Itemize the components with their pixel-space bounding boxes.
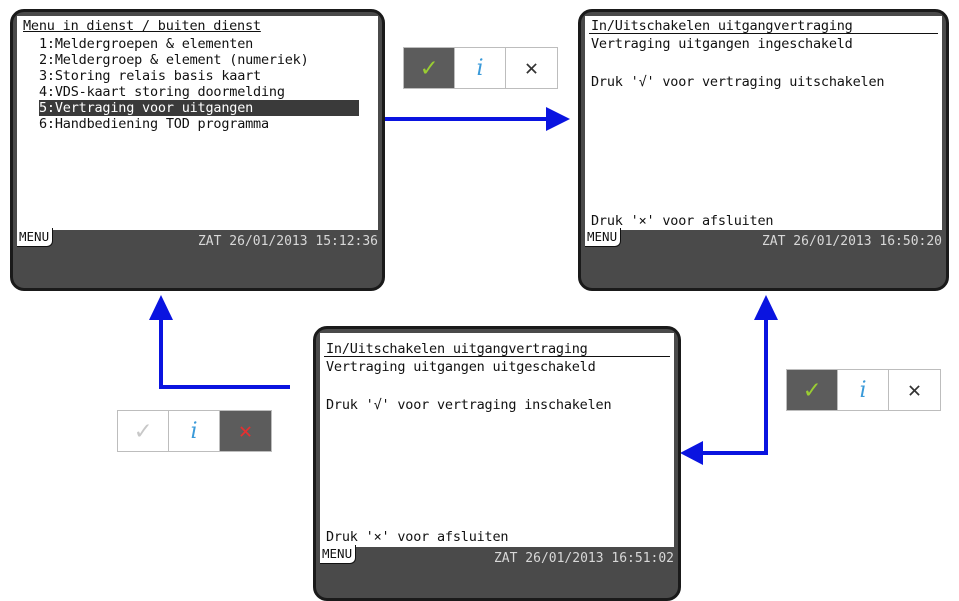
screen1-menu-item-2[interactable]: 2:Meldergroep & element (numeriek) (39, 52, 309, 68)
arrow-screen2-to-screen3 (703, 318, 768, 455)
info-icon: i (859, 377, 867, 403)
screen1-menu-item-4[interactable]: 4:VDS-kaart storing doormelding (39, 84, 285, 100)
screen3-display: In/Uitschakelen uitgangvertraging Vertra… (320, 333, 674, 547)
screen2-status-line: Vertraging uitgangen ingeschakeld (591, 36, 853, 52)
keypad-top: ✓ i ✕ (403, 47, 558, 89)
keypad-top-info-button[interactable]: i (455, 48, 506, 88)
check-icon: ✓ (421, 53, 437, 83)
keypad-right-confirm-button[interactable]: ✓ (787, 370, 838, 410)
screen3-footer: Druk '×' voor afsluiten (326, 529, 509, 545)
screen3-status-bar: MENU ZAT 26/01/2013 16:51:02 (320, 545, 674, 569)
keypad-left-confirm-button[interactable]: ✓ (118, 411, 169, 451)
arrowhead-screen1 (149, 295, 173, 320)
close-icon: ✕ (907, 377, 922, 403)
close-icon: ✕ (524, 55, 539, 81)
arrowhead-screen2-up (754, 295, 778, 320)
screen2-display: In/Uitschakelen uitgangvertraging Vertra… (585, 16, 942, 230)
keypad-left-close-button[interactable]: ✕ (220, 411, 271, 451)
close-icon: ✕ (238, 418, 253, 444)
screen1-title: Menu in dienst / buiten dienst (23, 18, 261, 34)
screen1-menu-item-5-selected[interactable]: 5:Vertraging voor uitgangen (39, 100, 359, 116)
keypad-left: ✓ i ✕ (117, 410, 272, 452)
screen1-status-bar: MENU ZAT 26/01/2013 15:12:36 (17, 228, 378, 252)
screen2-clock: ZAT 26/01/2013 16:50:20 (761, 234, 942, 249)
screen1-device: Menu in dienst / buiten dienst 1:Melderg… (10, 9, 385, 291)
check-icon: ✓ (804, 375, 820, 405)
screen3-device: In/Uitschakelen uitgangvertraging Vertra… (313, 326, 681, 601)
screen2-footer: Druk '×' voor afsluiten (591, 213, 774, 229)
screen3-title: In/Uitschakelen uitgangvertraging (326, 341, 588, 357)
screen2-menu-tab[interactable]: MENU (585, 228, 622, 247)
screen3-clock: ZAT 26/01/2013 16:51:02 (493, 551, 674, 566)
info-icon: i (190, 418, 198, 444)
keypad-left-info-button[interactable]: i (169, 411, 220, 451)
screen2-title-divider (589, 33, 938, 34)
screen2-instruction: Druk '√' voor vertraging uitschakelen (591, 74, 885, 90)
screen2-title: In/Uitschakelen uitgangvertraging (591, 18, 853, 34)
arrow-screen3-to-screen1 (159, 318, 290, 389)
screen1-menu-tab[interactable]: MENU (17, 228, 54, 247)
screen3-status-line: Vertraging uitgangen uitgeschakeld (326, 359, 596, 375)
screen3-title-divider (324, 356, 670, 357)
arrowhead-screen3 (680, 441, 703, 465)
screen1-display: Menu in dienst / buiten dienst 1:Melderg… (17, 16, 378, 230)
screen1-menu-item-3[interactable]: 3:Storing relais basis kaart (39, 68, 261, 84)
check-icon: ✓ (135, 416, 151, 446)
arrowhead-screen2 (546, 107, 570, 131)
screen1-menu-item-1[interactable]: 1:Meldergroepen & elementen (39, 36, 253, 52)
keypad-right-info-button[interactable]: i (838, 370, 889, 410)
info-icon: i (476, 55, 484, 81)
screen1-clock: ZAT 26/01/2013 15:12:36 (197, 234, 378, 249)
screen3-menu-tab[interactable]: MENU (320, 545, 357, 564)
screen2-status-bar: MENU ZAT 26/01/2013 16:50:20 (585, 228, 942, 252)
keypad-right-close-button[interactable]: ✕ (889, 370, 940, 410)
keypad-right: ✓ i ✕ (786, 369, 941, 411)
keypad-top-close-button[interactable]: ✕ (506, 48, 557, 88)
screen1-menu-item-6[interactable]: 6:Handbediening TOD programma (39, 116, 269, 132)
screen3-instruction: Druk '√' voor vertraging inschakelen (326, 397, 612, 413)
screen2-device: In/Uitschakelen uitgangvertraging Vertra… (578, 9, 949, 291)
keypad-top-confirm-button[interactable]: ✓ (404, 48, 455, 88)
